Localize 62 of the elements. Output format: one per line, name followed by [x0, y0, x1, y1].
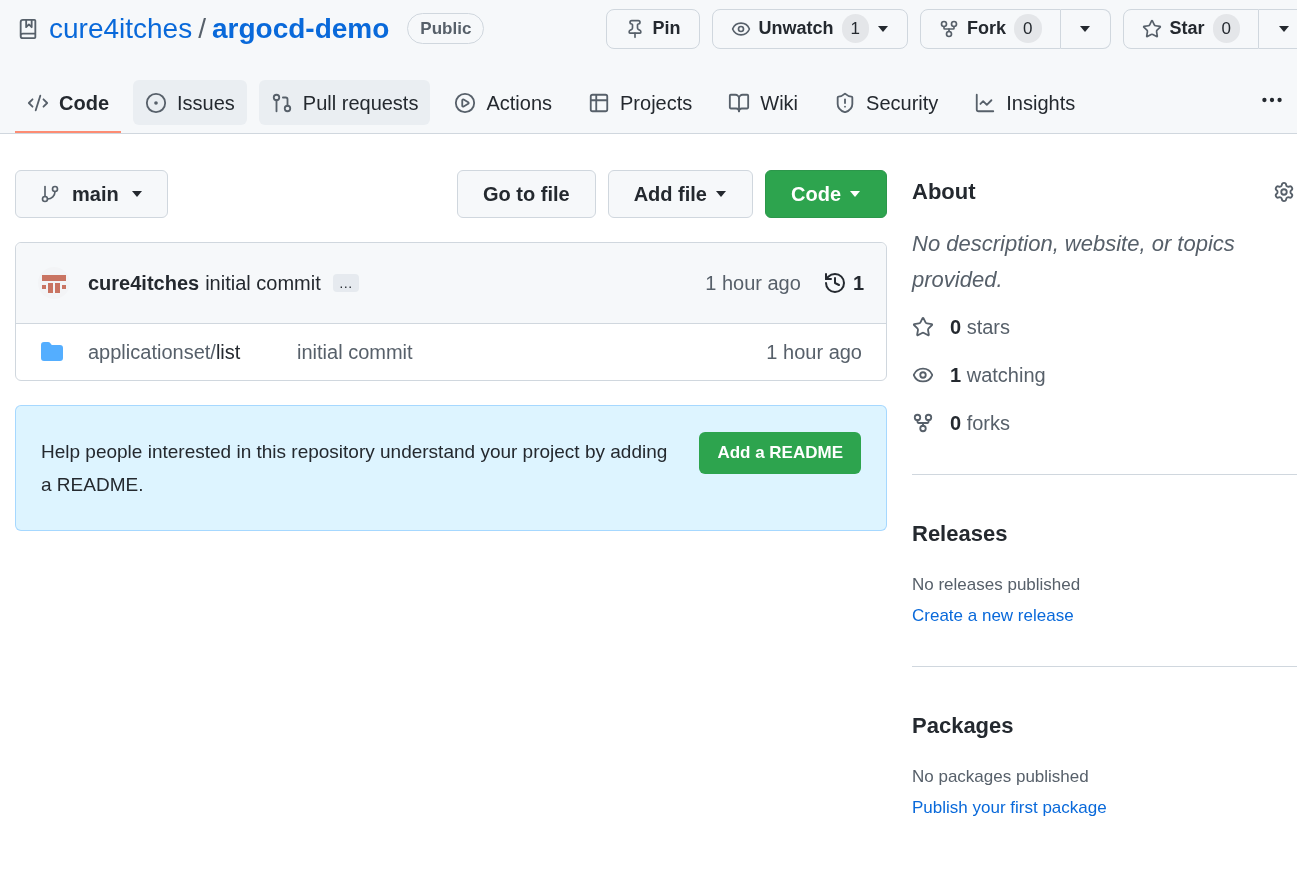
file-time: 1 hour ago: [766, 340, 862, 365]
circle-dot-icon: [145, 91, 167, 114]
caret-icon: [130, 190, 143, 198]
about-heading: About: [912, 178, 976, 206]
fork-icon: [912, 412, 934, 434]
publish-package-link[interactable]: Publish your first package: [912, 794, 1297, 820]
releases-empty-text: No releases published: [912, 574, 1082, 596]
repo-name-link[interactable]: argocd-demo: [211, 7, 390, 50]
nav-tab[interactable]: Insights: [962, 80, 1088, 125]
about-description: No description, website, or topics provided.: [912, 230, 1236, 294]
watch-button[interactable]: Unwatch 1: [711, 8, 909, 49]
go-to-file-button[interactable]: Go to file: [457, 170, 596, 218]
file-commit-message[interactable]: initial commit: [297, 337, 413, 367]
commit-time: 1 hour ago: [705, 271, 801, 296]
packages-empty-text: No packages published: [912, 766, 1090, 788]
star-button[interactable]: Star 0: [1122, 8, 1259, 49]
folder-icon: [40, 340, 64, 364]
packages-heading[interactable]: Packages: [912, 709, 1297, 742]
table-icon: [588, 91, 611, 114]
caret-icon: [715, 190, 727, 198]
file-link[interactable]: applicationset/list: [88, 337, 297, 367]
branch-button[interactable]: main: [15, 170, 168, 218]
releases-heading[interactable]: Releases: [912, 517, 1297, 550]
nav-tab[interactable]: Pull requests: [258, 80, 431, 125]
play-icon: [454, 91, 477, 114]
pin-button[interactable]: Pin: [605, 8, 700, 49]
nav-tab[interactable]: Wiki: [716, 80, 811, 125]
nav-tab[interactable]: Projects: [576, 80, 705, 125]
caret-icon: [849, 190, 861, 198]
stat-link[interactable]: 0 stars: [912, 312, 1297, 342]
pull-request-icon: [270, 91, 293, 114]
nav-tab[interactable]: Actions: [442, 80, 565, 125]
owner-link[interactable]: cure4itches: [49, 7, 193, 50]
book-icon: [728, 91, 751, 114]
stat-link[interactable]: 1 watching: [912, 360, 1297, 390]
graph-icon: [974, 91, 997, 114]
caret-icon: [877, 24, 890, 33]
commit-author[interactable]: cure4itches: [88, 268, 200, 298]
create-release-link[interactable]: Create a new release: [912, 602, 1297, 628]
count-badge: 1: [841, 13, 870, 44]
nav-tab[interactable]: Issues: [133, 80, 247, 125]
star-icon: [1141, 18, 1162, 39]
caret-icon: [1277, 24, 1290, 33]
repo-icon: [17, 17, 39, 40]
commit-message[interactable]: initial commit: [205, 268, 321, 298]
caret-icon: [1079, 24, 1091, 33]
expand-button[interactable]: …: [332, 274, 359, 292]
stat-link[interactable]: 0 forks: [912, 408, 1297, 438]
add-file-button[interactable]: Add file: [607, 170, 753, 218]
history-icon[interactable]: [822, 271, 847, 295]
commit-count[interactable]: 1: [852, 268, 864, 298]
branch-icon: [40, 184, 60, 204]
nav-tab[interactable]: Security: [822, 80, 951, 125]
settings-icon[interactable]: [1273, 180, 1295, 203]
path-separator: /: [198, 11, 206, 46]
readme-prompt: Help people interested in this repository understand your project by adding a README.: [41, 440, 669, 497]
count-badge: 0: [1014, 13, 1042, 44]
nav-tab[interactable]: Code: [15, 80, 121, 125]
count-badge: 0: [1212, 13, 1240, 44]
fork-button[interactable]: Fork 0: [920, 8, 1061, 49]
star-icon: [912, 316, 934, 338]
fork-icon: [939, 18, 960, 39]
